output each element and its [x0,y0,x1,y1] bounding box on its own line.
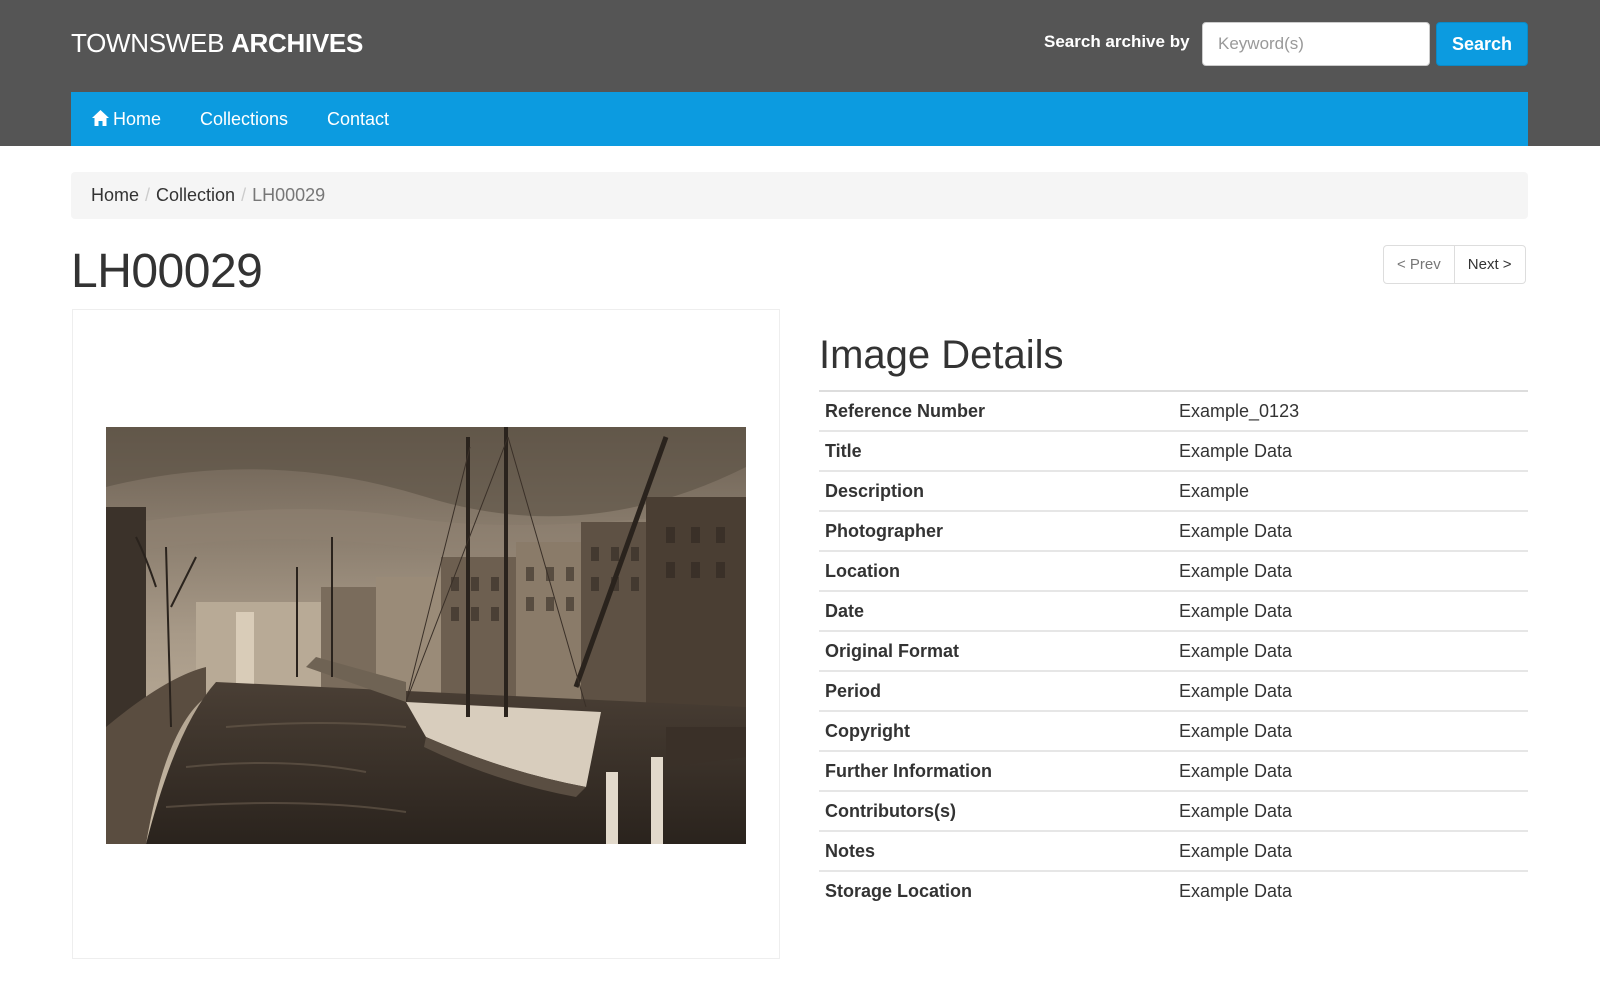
site-header: TOWNSWEB ARCHIVES Search archive by Sear… [0,0,1600,146]
main-nav: Home Collections Contact [71,92,1528,146]
breadcrumb-separator: / [145,185,151,205]
detail-label: Storage Location [825,881,973,901]
search-button[interactable]: Search [1436,22,1528,66]
detail-value: Example Data [1179,800,1293,821]
search-input[interactable] [1202,22,1430,66]
detail-value: Example Data [1179,440,1293,461]
table-row: Original Format Example Data [819,631,1528,671]
detail-value: Example Data [1179,840,1293,861]
details-table: Reference Number Example_0123 Title Exampl… [819,390,1528,911]
detail-label: Date [825,600,865,621]
detail-label: Reference Number [825,400,986,421]
detail-label: Period [825,680,882,701]
nav-item-home[interactable]: Home [91,92,161,146]
site-logo[interactable]: TOWNSWEB ARCHIVES [71,28,363,59]
image-panel [72,309,780,959]
table-row: Location Example Data [819,551,1528,591]
brand-bold: ARCHIVES [231,28,364,58]
detail-label: Further Information [825,760,992,781]
breadcrumb-separator: / [241,185,247,205]
detail-value: Example Data [1179,600,1293,621]
nav-item-collections[interactable]: Collections [200,92,288,146]
detail-value: Example Data [1179,640,1293,661]
table-row: Further Information Example Data [819,751,1528,791]
detail-value: Example Data [1179,560,1293,581]
detail-label: Description [825,480,925,501]
table-row: Storage Location Example Data [819,871,1528,911]
prev-button[interactable]: < Prev [1383,245,1455,284]
page-title: LH00029 [71,245,263,298]
detail-label: Contributors(s) [825,800,956,821]
breadcrumb-current: LH00029 [252,185,326,205]
details-heading: Image Details [819,333,1064,377]
archive-photo[interactable] [106,427,746,844]
detail-value: Example [1179,480,1250,501]
next-button[interactable]: Next > [1454,245,1526,284]
table-row: Reference Number Example_0123 [819,391,1528,431]
detail-label: Notes [825,840,876,861]
detail-value: Example Data [1179,760,1293,781]
table-row: Contributors(s) Example Data [819,791,1528,831]
detail-value: Example Data [1179,720,1293,741]
detail-value: Example_0123 [1179,400,1300,421]
nav-item-contact[interactable]: Contact [327,92,389,146]
detail-label: Title [825,440,862,461]
detail-label: Location [825,560,900,581]
detail-label: Photographer [825,520,944,541]
search-label: Search archive by [1044,32,1190,51]
detail-label: Original Format [825,640,960,661]
breadcrumb-home[interactable]: Home [91,185,139,205]
detail-label: Copyright [825,720,910,741]
table-row: Notes Example Data [819,831,1528,871]
table-row: Period Example Data [819,671,1528,711]
detail-value: Example Data [1179,680,1293,701]
table-row: Copyright Example Data [819,711,1528,751]
breadcrumb-collection[interactable]: Collection [156,185,235,205]
table-row: Photographer Example Data [819,511,1528,551]
breadcrumb: Home / Collection / LH00029 [71,172,1528,219]
table-row: Description Example [819,471,1528,511]
home-icon [92,110,109,126]
table-row: Title Example Data [819,431,1528,471]
brand-light: TOWNSWEB [71,28,225,58]
table-row: Date Example Data [819,591,1528,631]
detail-value: Example Data [1179,520,1293,541]
nav-item-label: Home [113,109,162,129]
pager: < Prev Next > [1383,245,1526,284]
detail-value: Example Data [1179,881,1293,901]
